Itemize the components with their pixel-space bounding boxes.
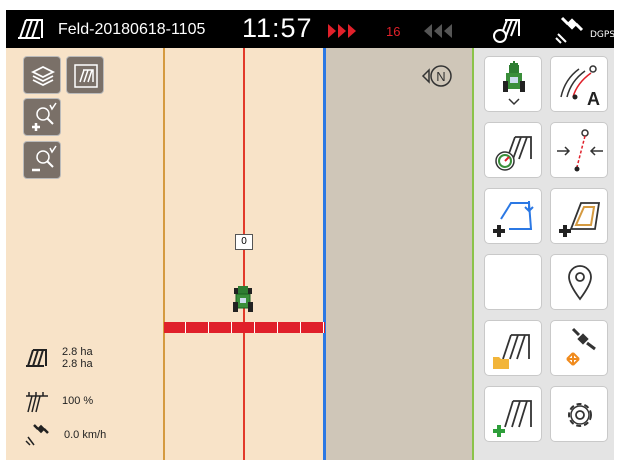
compass-label: N	[436, 69, 445, 84]
field-new-button[interactable]	[484, 386, 542, 442]
section-count: 16	[386, 24, 401, 39]
field-boundary-line	[163, 48, 165, 460]
boundary-record-button[interactable]	[484, 188, 542, 244]
zoom-out-button[interactable]	[23, 141, 61, 179]
section-arrow-left-3	[348, 24, 356, 38]
boom-section	[165, 322, 186, 333]
boom-section	[188, 322, 209, 333]
headland-add-button[interactable]	[550, 188, 608, 244]
zoom-out-icon	[32, 145, 57, 172]
outside-field-area	[326, 48, 472, 460]
terminal-screen: Feld-20180618-1105 11:57 16 DGPS 0 N 2.8…	[6, 10, 614, 460]
boom-section	[257, 322, 278, 333]
track-number-label: 0	[235, 234, 253, 250]
location-pin-icon	[568, 265, 592, 301]
zoom-in-icon	[32, 102, 57, 131]
tractor-icon	[233, 286, 253, 312]
field-folder-icon	[493, 334, 530, 369]
area-stat: 2.8 ha 2.8 ha	[24, 346, 93, 370]
satellite-move-icon	[566, 327, 596, 366]
field-icon[interactable]	[16, 16, 46, 42]
track-mode-button[interactable]: A	[550, 56, 608, 112]
svg-text:A: A	[587, 89, 600, 109]
settings-button[interactable]	[550, 386, 608, 442]
map-view-mode-button[interactable]	[66, 56, 104, 94]
line-shift-icon	[557, 129, 603, 172]
gps-satellite-icon[interactable]	[554, 16, 588, 44]
tractor-settings-icon	[503, 61, 525, 106]
section-arrow-left-2	[338, 24, 346, 38]
clock: 11:57	[242, 13, 313, 43]
gps-correction-button[interactable]	[550, 320, 608, 376]
guidance-line	[243, 48, 245, 460]
waypoint-button[interactable]	[550, 254, 608, 310]
gps-mode-label: DGPS	[590, 30, 614, 40]
layers-icon	[30, 65, 56, 87]
field-open-button[interactable]	[484, 320, 542, 376]
machine-status-icon[interactable]	[491, 16, 523, 44]
compass-north-icon[interactable]: N	[421, 64, 457, 88]
ground-speed: 0.0 km/h	[64, 429, 107, 441]
map-view[interactable]: 0 N 2.8 ha 2.8 ha 100 % 0.0 km/h	[6, 48, 472, 460]
boom-sections	[164, 322, 325, 333]
area-total: 2.8 ha	[62, 346, 93, 358]
boom-section	[303, 322, 324, 333]
section-arrow-right-3	[444, 24, 452, 38]
boom-section	[234, 322, 255, 333]
top-bar: Feld-20180618-1105 11:57 16 DGPS	[6, 10, 614, 48]
field-view-icon	[74, 64, 98, 88]
application-rate: 100 %	[62, 395, 94, 407]
field-name[interactable]: Feld-20180618-1105	[58, 21, 205, 39]
machine-field-icon	[495, 136, 532, 171]
application-rate-icon	[26, 392, 48, 413]
machine-select-button[interactable]	[484, 56, 542, 112]
function-panel: A	[472, 48, 614, 460]
headland-add-icon	[559, 202, 601, 237]
rate-stat: 100 %	[24, 388, 93, 414]
track-ab-icon: A	[560, 65, 600, 109]
zoom-in-button[interactable]	[23, 98, 61, 136]
boom-section	[211, 322, 232, 333]
headland-shift-button[interactable]	[550, 122, 608, 178]
area-worked: 2.8 ha	[62, 358, 93, 370]
section-arrow-right-2	[434, 24, 442, 38]
gps-speed-icon	[25, 424, 49, 446]
gear-icon	[568, 403, 592, 427]
section-arrow-left-1	[328, 24, 336, 38]
layers-button[interactable]	[23, 56, 61, 94]
headland-line	[323, 48, 326, 460]
section-arrow-right-1	[424, 24, 432, 38]
area-icon	[26, 349, 47, 367]
machine-data-button[interactable]	[484, 122, 542, 178]
boom-section	[280, 322, 301, 333]
boundary-add-icon	[493, 201, 534, 237]
empty-slot-button[interactable]	[484, 254, 542, 310]
speed-stat: 0.0 km/h	[24, 423, 106, 447]
field-add-icon	[493, 400, 532, 437]
